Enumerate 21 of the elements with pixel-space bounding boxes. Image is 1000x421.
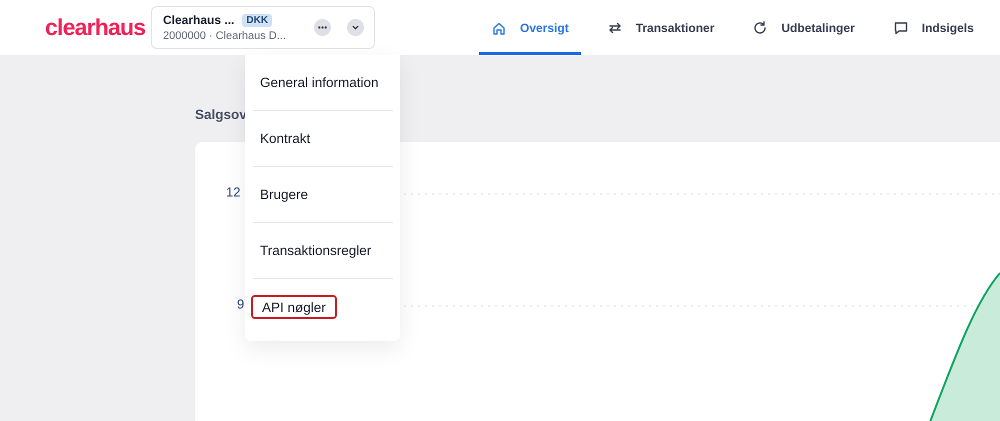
menu-item[interactable]: Brugere [253,167,393,223]
nav-tab[interactable]: Udbetalinger [740,0,867,55]
currency-badge: DKK [242,14,272,26]
menu-item[interactable]: Transaktionsregler [253,223,393,279]
expand-button[interactable] [347,19,364,36]
menu-item[interactable]: General information [253,55,393,111]
nav-tab[interactable]: Transaktioner [594,0,726,55]
menu-item[interactable]: API nøgler [251,295,337,319]
nav-tab[interactable]: Indsigels [880,0,974,55]
account-selector[interactable]: Clearhaus ... DKK 2000000 · Clearhaus D... [151,6,375,49]
more-button[interactable] [314,19,331,36]
axis-label: 9 [237,296,244,312]
nav-tab[interactable]: Oversigt [479,0,581,55]
logo[interactable]: clearhaus [45,14,151,41]
chat-icon [892,20,909,36]
section-heading: Salgsov [195,107,247,122]
account-detail: 2000000 · Clearhaus D... [163,30,287,42]
axis-label: 12 [226,184,240,200]
menu-item[interactable]: Kontrakt [253,111,393,167]
account-name: Clearhaus ... [163,13,234,27]
refresh-icon [752,20,768,36]
